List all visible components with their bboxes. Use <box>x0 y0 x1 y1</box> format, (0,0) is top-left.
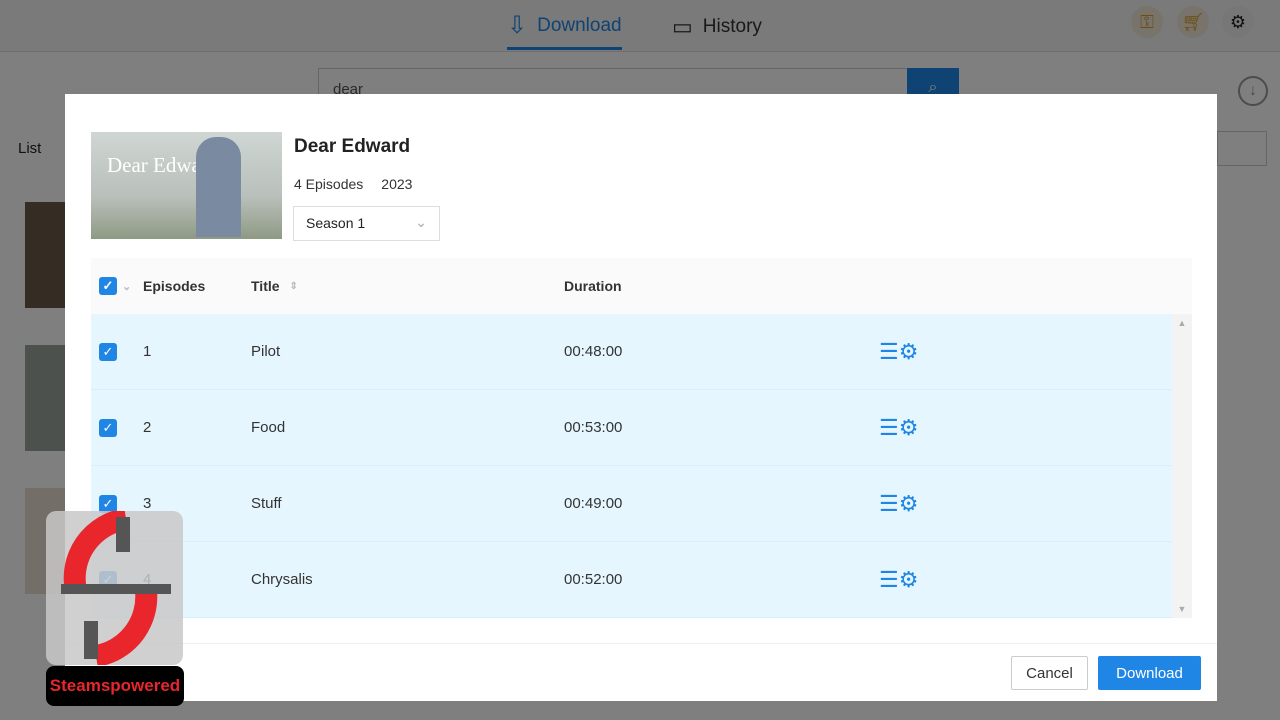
episode-title: Chrysalis <box>251 571 313 588</box>
episode-list: ✓ 1 Pilot 00:48:00 ☰⚙ ✓ 2 Food 00:53:00 … <box>91 314 1192 618</box>
chevron-down-icon[interactable]: ⌄ <box>122 280 131 293</box>
table-row: ✓ 4 Chrysalis 00:52:00 ☰⚙ <box>91 542 1192 618</box>
episode-title: Pilot <box>251 343 281 360</box>
table-row: ✓ 3 Stuff 00:49:00 ☰⚙ <box>91 466 1192 542</box>
show-meta: 4 Episodes 2023 <box>294 176 430 192</box>
episode-duration: 00:53:00 <box>564 419 623 436</box>
watermark-logo <box>46 508 183 667</box>
col-episodes: Episodes <box>143 278 206 294</box>
settings-list-icon[interactable]: ☰⚙ <box>879 466 918 541</box>
select-all-checkbox[interactable]: ✓ <box>99 277 117 295</box>
row-checkbox[interactable]: ✓ <box>99 494 117 513</box>
chevron-down-icon: ⌄ <box>415 214 427 230</box>
season-select[interactable]: Season 1 ⌄ <box>293 206 440 241</box>
table-row: ✓ 1 Pilot 00:48:00 ☰⚙ <box>91 314 1192 390</box>
episode-duration: 00:48:00 <box>564 343 623 360</box>
settings-list-icon[interactable]: ☰⚙ <box>879 542 918 617</box>
download-button[interactable]: Download <box>1098 656 1201 690</box>
scrollbar[interactable]: ▲ ▼ <box>1172 314 1192 618</box>
row-checkbox[interactable]: ✓ <box>99 418 117 437</box>
settings-list-icon[interactable]: ☰⚙ <box>879 390 918 465</box>
cancel-button[interactable]: Cancel <box>1011 656 1088 690</box>
episode-title: Food <box>251 419 286 436</box>
settings-list-icon[interactable]: ☰⚙ <box>879 314 918 389</box>
sort-icon[interactable]: ⇕ <box>290 281 298 292</box>
episode-title: Stuff <box>251 495 282 512</box>
episode-duration: 00:49:00 <box>564 495 623 512</box>
dialog-footer-divider <box>65 643 1217 644</box>
show-title: Dear Edward <box>294 136 411 157</box>
season-value: Season 1 <box>306 215 366 231</box>
table-row: ✓ 2 Food 00:53:00 ☰⚙ <box>91 390 1192 466</box>
watermark-text: Steamspowered <box>46 666 184 706</box>
episode-duration: 00:52:00 <box>564 571 623 588</box>
episode-count: 4 Episodes <box>294 176 364 192</box>
show-poster: Dear Edward <box>91 132 282 239</box>
col-duration: Duration <box>564 278 622 294</box>
episode-number: 1 <box>143 343 152 360</box>
col-title[interactable]: Title <box>251 278 280 294</box>
year: 2023 <box>381 176 413 192</box>
row-checkbox[interactable]: ✓ <box>99 342 117 361</box>
table-header: ✓ ⌄ Episodes Title ⇕ Duration <box>91 258 1192 314</box>
episode-number: 2 <box>143 419 152 436</box>
episode-dialog: Dear Edward Dear Edward 4 Episodes 2023 S… <box>65 94 1217 701</box>
